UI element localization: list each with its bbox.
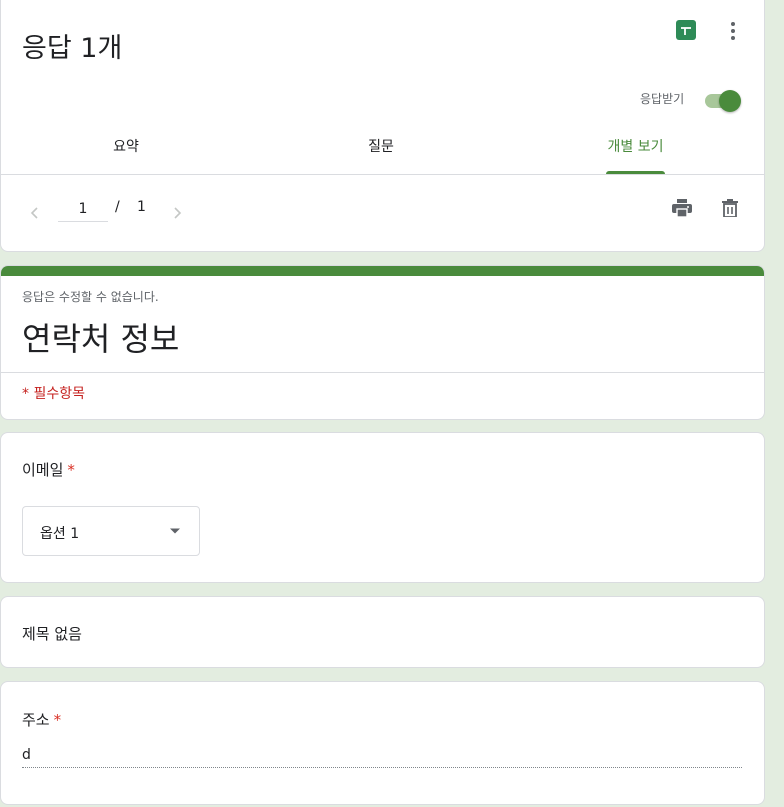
answer-dropdown[interactable]: 옵션 1 [22,506,200,556]
section-card-untitled: 제목 없음 [0,596,765,668]
answer-text: d [22,746,742,768]
tab-summary[interactable]: 요약 [103,129,149,174]
page-separator: / [115,199,120,215]
responses-tabs: 요약 질문 개별 보기 [1,129,764,175]
question-title: 주소 * [22,709,61,730]
question-card-email: 이메일 * 옵션 1 [0,432,765,583]
form-divider [1,372,764,373]
form-color-bar [1,266,764,276]
response-count-title: 응답 1개 [22,33,123,64]
page-total: 1 [137,199,146,215]
question-title-text: 이메일 [22,461,64,479]
print-icon[interactable] [670,196,694,220]
question-title: 이메일 * [22,459,75,480]
responses-card: 응답 1개 응답받기 요약 질문 개별 보기 / 1 [0,0,765,252]
accepting-responses-label: 응답받기 [640,92,685,106]
chevron-right-icon[interactable] [168,203,188,223]
form-title: 연락처 정보 [22,320,180,358]
form-header-card: 응답은 수정할 수 없습니다. 연락처 정보 * 필수항목 [0,265,765,420]
toggle-thumb [719,90,741,112]
readonly-note: 응답은 수정할 수 없습니다. [22,290,159,304]
trash-icon[interactable] [718,196,742,220]
required-asterisk: * [53,711,62,729]
page-number-input[interactable] [58,197,108,222]
question-title-text: 주소 [22,711,50,729]
accepting-responses-toggle[interactable] [705,90,741,112]
required-asterisk: * [67,461,75,479]
required-note: * 필수항목 [22,386,85,402]
caret-down-icon [170,528,180,534]
more-vert-icon[interactable] [721,19,745,43]
section-title: 제목 없음 [22,625,82,643]
google-sheets-icon[interactable] [676,20,696,40]
chevron-left-icon[interactable] [24,203,44,223]
dropdown-value: 옵션 1 [40,526,80,542]
question-card-address: 주소 * d [0,681,765,805]
tab-individual[interactable]: 개별 보기 [606,129,665,174]
tab-question[interactable]: 질문 [358,129,404,174]
